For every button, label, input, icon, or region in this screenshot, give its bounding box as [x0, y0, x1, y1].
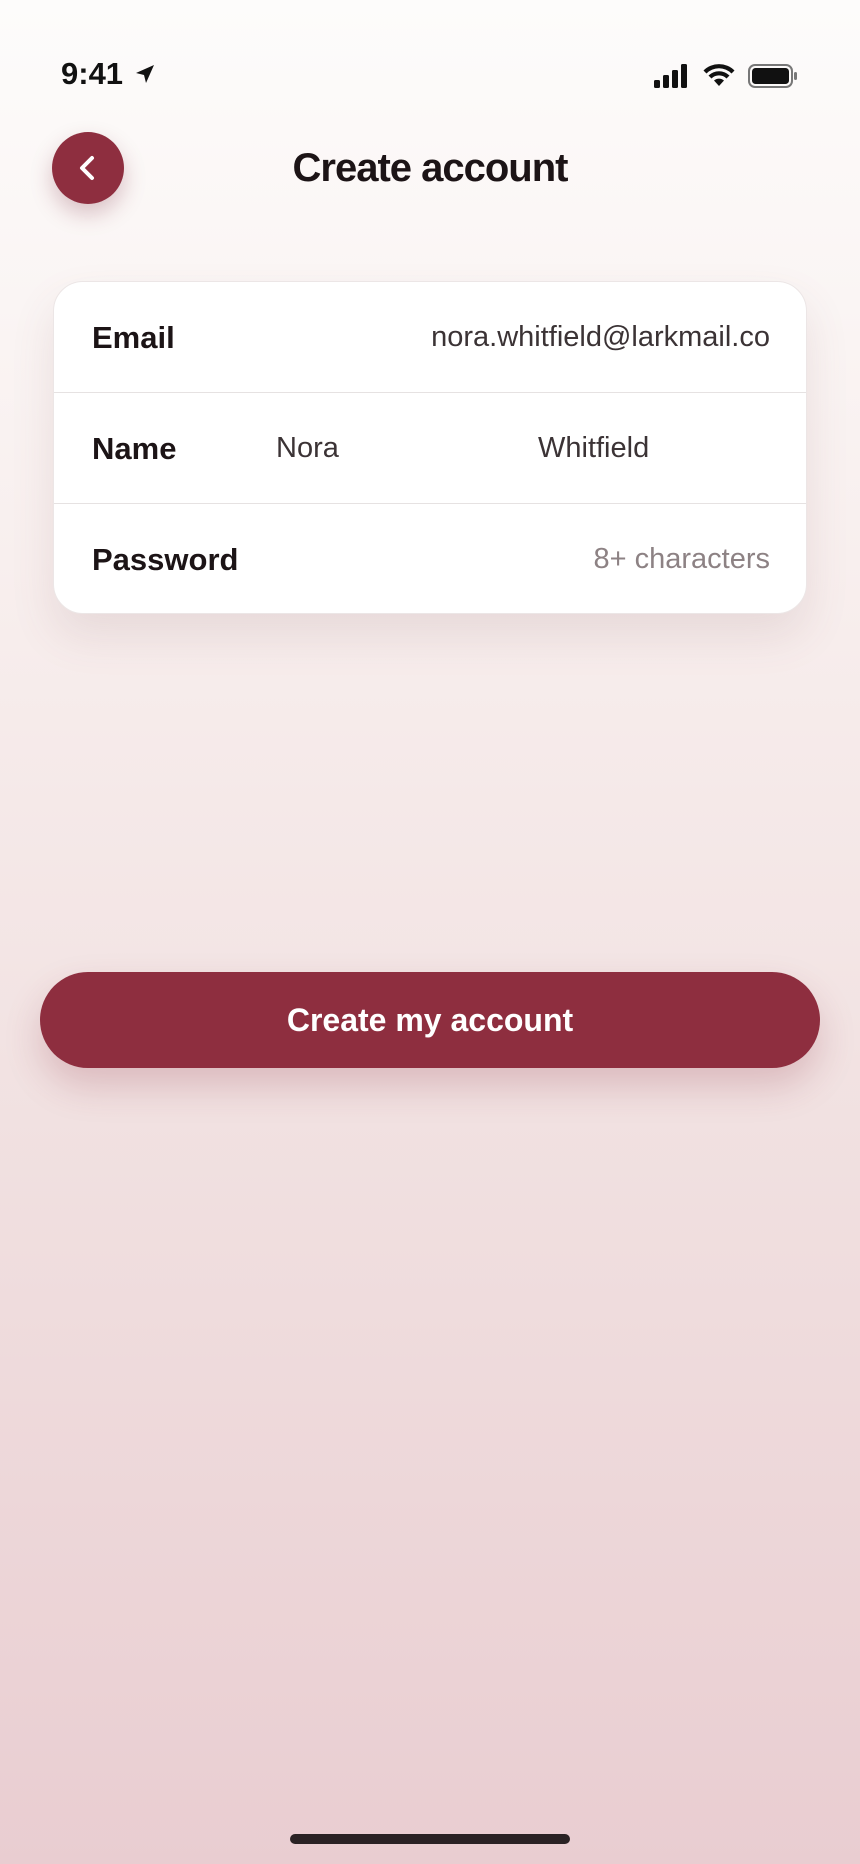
- email-field[interactable]: nora.whitfield@larkmail.co: [431, 282, 770, 393]
- name-label: Name: [92, 431, 177, 466]
- account-form: Email nora.whitfield@larkmail.co Name No…: [53, 281, 807, 614]
- name-row: Name Nora Whitfield: [54, 393, 806, 504]
- battery-icon: [748, 64, 797, 88]
- location-arrow-icon: [136, 65, 155, 83]
- password-field[interactable]: 8+ characters: [593, 504, 770, 613]
- wifi-icon: [703, 64, 735, 86]
- password-row[interactable]: Password 8+ characters: [54, 504, 806, 613]
- password-label: Password: [92, 542, 239, 577]
- status-time-text: 9:41: [61, 56, 124, 91]
- status-time: 9:41: [61, 56, 157, 92]
- cellular-signal-icon: [654, 64, 687, 88]
- first-name-field[interactable]: Nora: [276, 393, 339, 504]
- status-bar: 9:41: [0, 0, 860, 120]
- create-account-button[interactable]: Create my account: [40, 972, 820, 1068]
- page-title: Create account: [292, 146, 569, 190]
- create-account-button-label: Create my account: [286, 1001, 574, 1038]
- last-name-field[interactable]: Whitfield: [538, 393, 649, 504]
- home-indicator[interactable]: [290, 1834, 570, 1844]
- email-label: Email: [92, 320, 175, 355]
- status-icons: [654, 64, 798, 88]
- email-row[interactable]: Email nora.whitfield@larkmail.co: [54, 282, 806, 393]
